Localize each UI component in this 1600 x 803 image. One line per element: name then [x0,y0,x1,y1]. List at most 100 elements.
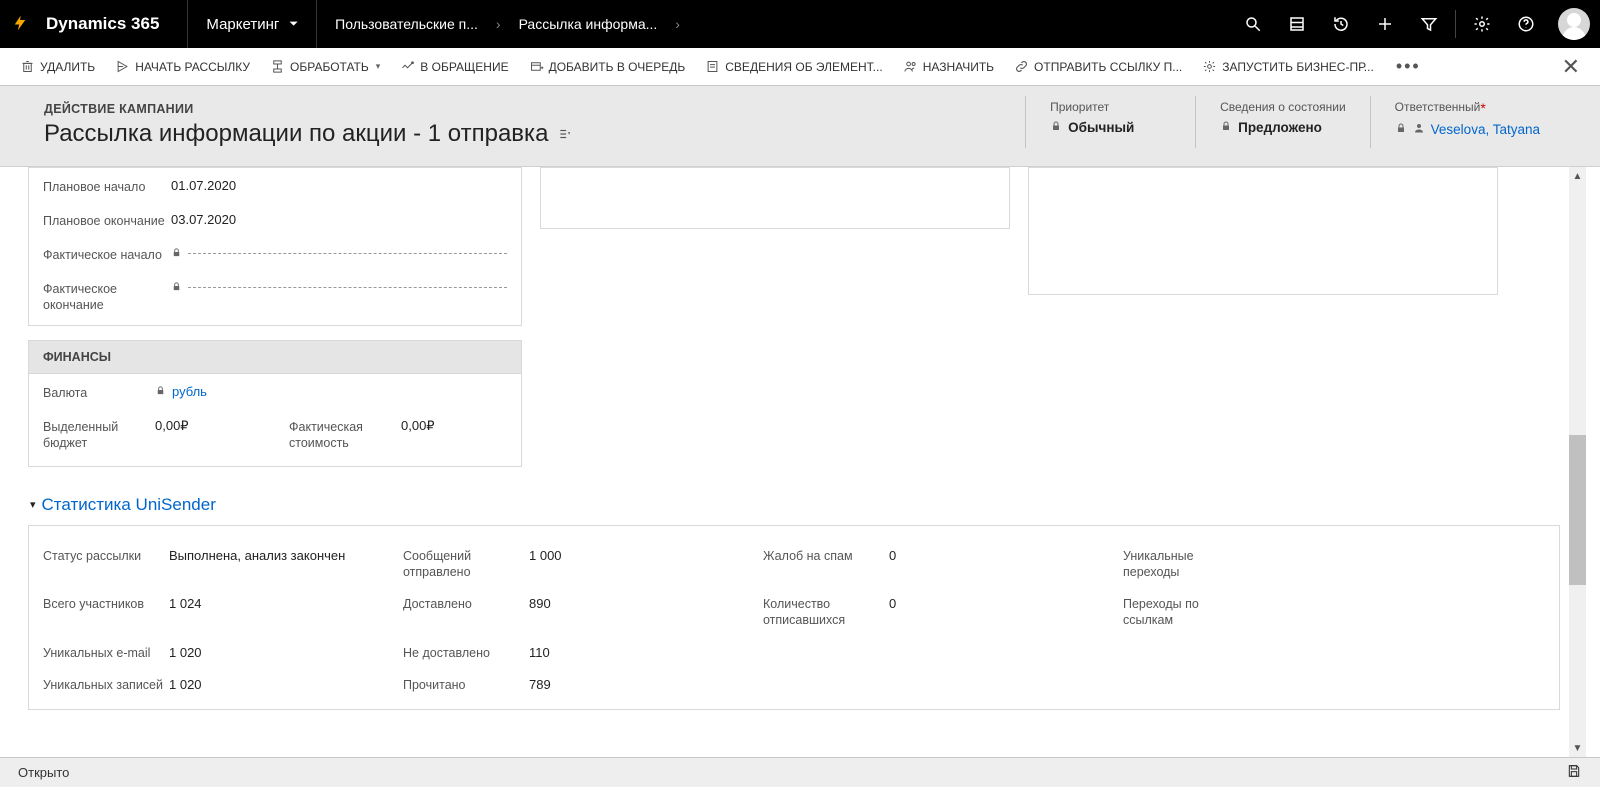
stat-unsub[interactable]: Количество отписавшихся0 [749,596,1109,629]
lock-icon [1220,120,1232,135]
caret-down-icon: ▾ [376,61,381,72]
planned-end-label: Плановое окончание [43,212,171,230]
actual-start-label: Фактическое начало [43,246,171,264]
planned-start-field[interactable]: Плановое начало 01.07.2020 [29,168,521,202]
start-label: НАЧАТЬ РАССЫЛКУ [135,60,250,74]
details-label: СВЕДЕНИЯ ОБ ЭЛЕМЕНТ... [725,60,882,74]
empty-value-indicator [188,253,507,254]
overflow-menu-button[interactable]: ••• [1386,56,1431,77]
stat-link-clicks[interactable]: Переходы по ссылкам [1109,596,1489,629]
middle-card [540,167,1010,229]
caret-down-icon: ▾ [30,498,36,511]
form-body: Плановое начало 01.07.2020 Плановое окон… [0,167,1600,787]
chevron-down-icon: ⏷ [289,18,298,31]
currency-field[interactable]: Валюта рубль [29,374,521,408]
actual-end-label: Фактическое окончание [43,280,171,313]
module-label: Маркетинг [206,16,279,33]
save-icon[interactable] [1566,763,1582,782]
view-selector-icon[interactable] [558,120,572,148]
user-avatar[interactable] [1558,8,1590,40]
lock-icon [155,384,166,399]
breadcrumb-item-1[interactable]: Пользовательские п... [317,16,496,32]
convert-case-button[interactable]: В ОБРАЩЕНИЕ [392,48,516,85]
dates-card: Плановое начало 01.07.2020 Плановое окон… [28,167,522,326]
close-button[interactable]: ✕ [1554,54,1588,80]
empty-value-indicator [188,287,507,288]
sendlink-label: ОТПРАВИТЬ ССЫЛКУ П... [1034,60,1182,74]
stat-total[interactable]: Всего участников1 024 [29,596,389,629]
header-field-owner[interactable]: Ответственный* Veselova, Tatyana [1370,96,1564,148]
stats-section-header[interactable]: ▾ Статистика UniSender [30,495,1560,515]
lock-icon [171,280,182,295]
gear-icon[interactable] [1460,0,1504,48]
chevron-right-icon: › [675,16,680,32]
stat-read[interactable]: Прочитано789 [389,677,749,693]
stat-unique-email[interactable]: Уникальных e-mail1 020 [29,645,389,661]
brand-label: Dynamics 365 [40,14,187,34]
filter-icon[interactable] [1407,0,1451,48]
record-title-text: Рассылка информации по акции - 1 отправк… [44,120,548,148]
process-button[interactable]: ОБРАБОТАТЬ ▾ [262,48,388,85]
new-icon[interactable] [1363,0,1407,48]
stat-sent[interactable]: Сообщений отправлено1 000 [389,548,749,581]
planned-start-label: Плановое начало [43,178,171,196]
help-icon[interactable] [1504,0,1548,48]
lock-icon [1395,122,1407,137]
finance-section-header[interactable]: ФИНАНСЫ [28,340,522,374]
case-label: В ОБРАЩЕНИЕ [420,60,508,74]
budget-value: 0,00₽ [155,418,189,434]
add-queue-button[interactable]: ДОБАВИТЬ В ОЧЕРЕДЬ [521,48,694,85]
vertical-scrollbar[interactable]: ▲ ▼ [1569,167,1586,757]
owner-value[interactable]: Veselova, Tatyana [1431,122,1540,137]
stat-delivered[interactable]: Доставлено890 [389,596,749,629]
header-field-priority[interactable]: Приоритет Обычный [1025,96,1195,148]
entity-type-label: ДЕЙСТВИЕ КАМПАНИИ [36,96,1025,118]
priority-label: Приоритет [1050,100,1171,120]
stat-status[interactable]: Статус рассылкиВыполнена, анализ законче… [29,548,389,581]
stat-unique-clicks[interactable]: Уникальные переходы [1109,548,1489,581]
module-selector[interactable]: Маркетинг ⏷ [187,0,317,48]
actual-end-field[interactable]: Фактическое окончание [29,270,521,325]
actual-cost-label: Фактическая стоимость [289,418,401,451]
item-details-button[interactable]: СВЕДЕНИЯ ОБ ЭЛЕМЕНТ... [697,48,890,85]
planned-end-value: 03.07.2020 [171,212,236,227]
planned-end-field[interactable]: Плановое окончание 03.07.2020 [29,202,521,236]
status-bar: Открыто [0,757,1600,787]
header-field-status[interactable]: Сведения о состоянии Предложено [1195,96,1370,148]
runbp-label: ЗАПУСТИТЬ БИЗНЕС-ПР... [1222,60,1374,74]
search-icon[interactable] [1231,0,1275,48]
run-workflow-button[interactable]: ЗАПУСТИТЬ БИЗНЕС-ПР... [1194,48,1382,85]
actual-start-field[interactable]: Фактическое начало [29,236,521,270]
start-campaign-button[interactable]: НАЧАТЬ РАССЫЛКУ [107,48,258,85]
delete-button[interactable]: УДАЛИТЬ [12,48,103,85]
history-icon[interactable] [1319,0,1363,48]
lock-icon [171,246,182,261]
actual-cost-field[interactable]: Фактическая стоимость 0,00₽ [275,408,521,455]
finance-card: Валюта рубль Выделенный бюджет 0,00₽ Фак… [28,374,522,466]
assign-button[interactable]: НАЗНАЧИТЬ [895,48,1002,85]
record-header: ДЕЙСТВИЕ КАМПАНИИ Рассылка информации по… [0,86,1600,167]
process-label: ОБРАБОТАТЬ [290,60,369,74]
top-navbar: Dynamics 365 Маркетинг ⏷ Пользовательски… [0,0,1600,48]
budget-label: Выделенный бюджет [43,418,155,451]
actual-cost-value: 0,00₽ [401,418,435,434]
lock-icon [1050,120,1062,135]
stat-unique-rec[interactable]: Уникальных записей1 020 [29,677,389,693]
breadcrumb-item-2[interactable]: Рассылка информа... [501,16,676,32]
scroll-thumb[interactable] [1569,435,1586,585]
task-list-icon[interactable] [1275,0,1319,48]
queue-label: ДОБАВИТЬ В ОЧЕРЕДЬ [549,60,686,74]
stats-title: Статистика UniSender [42,495,216,515]
budget-field[interactable]: Выделенный бюджет 0,00₽ [29,408,275,455]
currency-value[interactable]: рубль [172,384,207,399]
send-link-button[interactable]: ОТПРАВИТЬ ССЫЛКУ П... [1006,48,1190,85]
status-label: Сведения о состоянии [1220,100,1346,120]
scroll-down-icon[interactable]: ▼ [1569,739,1586,757]
user-icon [1413,122,1425,137]
currency-label: Валюта [43,384,155,402]
stat-spam[interactable]: Жалоб на спам0 [749,548,1109,581]
scroll-up-icon[interactable]: ▲ [1569,167,1586,185]
stat-not-delivered[interactable]: Не доставлено110 [389,645,749,661]
command-bar: УДАЛИТЬ НАЧАТЬ РАССЫЛКУ ОБРАБОТАТЬ ▾ В О… [0,48,1600,86]
record-title: Рассылка информации по акции - 1 отправк… [36,118,1025,148]
